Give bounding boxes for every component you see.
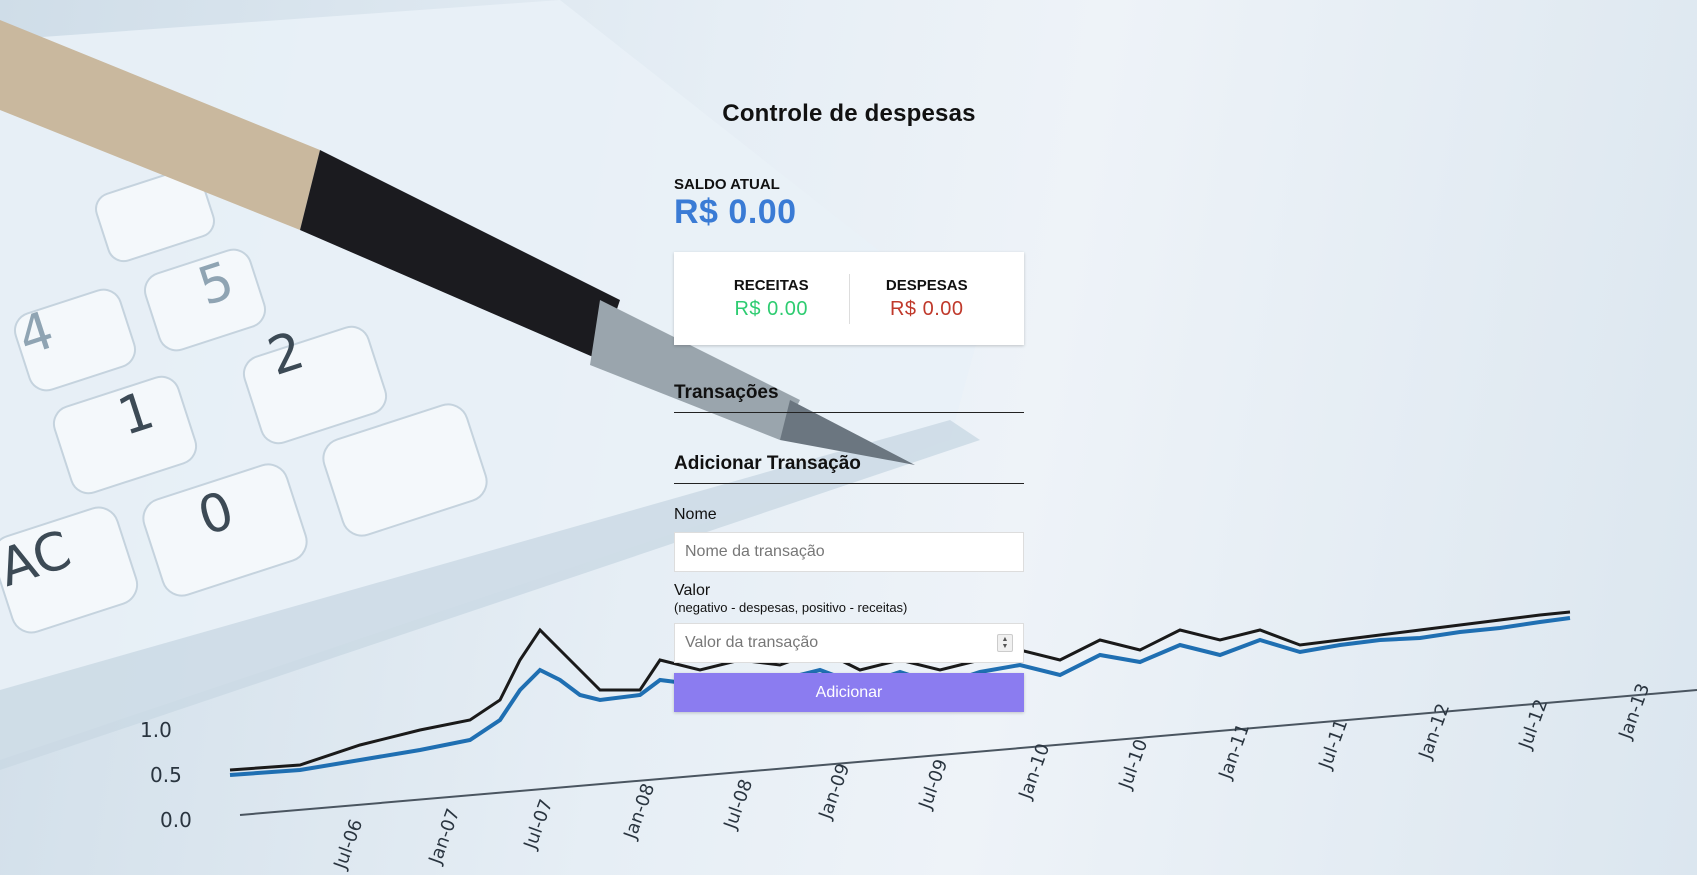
name-placeholder: Nome da transação bbox=[685, 543, 825, 560]
svg-text:Jan-10: Jan-10 bbox=[1015, 741, 1055, 803]
transactions-heading: Transações bbox=[674, 382, 1024, 413]
svg-text:Jan-12: Jan-12 bbox=[1415, 701, 1455, 763]
value-placeholder: Valor da transação bbox=[685, 634, 819, 651]
spinner-up-icon[interactable]: ▲ bbox=[1002, 636, 1009, 643]
value-field-label: Valor bbox=[674, 582, 711, 599]
number-spinner-icon[interactable]: ▲ ▼ bbox=[997, 634, 1013, 652]
balance-value: R$ 0.00 bbox=[674, 193, 797, 231]
svg-text:0.0: 0.0 bbox=[160, 808, 192, 832]
add-transaction-heading: Adicionar Transação bbox=[674, 453, 1024, 484]
svg-text:Jan-13: Jan-13 bbox=[1615, 681, 1655, 743]
svg-text:Jul-09: Jul-09 bbox=[915, 756, 953, 812]
expense-summary: DESPESAS R$ 0.00 bbox=[850, 277, 1005, 321]
svg-text:Jul-11: Jul-11 bbox=[1315, 716, 1353, 772]
svg-text:Jul-06: Jul-06 bbox=[330, 816, 368, 872]
income-value: R$ 0.00 bbox=[734, 297, 809, 320]
income-label: RECEITAS bbox=[733, 276, 809, 294]
add-transaction-form: Nome Nome da transação Valor (negativo -… bbox=[674, 506, 1024, 712]
name-field-label: Nome bbox=[674, 506, 717, 523]
expense-value: R$ 0.00 bbox=[889, 297, 964, 320]
svg-text:0.5: 0.5 bbox=[150, 763, 182, 787]
svg-text:1.0: 1.0 bbox=[140, 718, 172, 742]
svg-text:Jul-10: Jul-10 bbox=[1115, 736, 1153, 792]
page-title: Controle de despesas bbox=[722, 100, 976, 127]
svg-text:Jul-08: Jul-08 bbox=[720, 776, 758, 832]
add-transaction-button[interactable]: Adicionar bbox=[674, 673, 1024, 712]
income-expense-card: RECEITAS R$ 0.00 DESPESAS R$ 0.00 bbox=[674, 252, 1024, 345]
spinner-down-icon[interactable]: ▼ bbox=[1002, 643, 1009, 650]
svg-text:Jul-07: Jul-07 bbox=[520, 796, 558, 852]
income-summary: RECEITAS R$ 0.00 bbox=[694, 277, 849, 321]
expense-tracker-container: Controle de despesas SALDO ATUAL R$ 0.00… bbox=[674, 100, 1024, 712]
svg-text:Jan-09: Jan-09 bbox=[815, 761, 855, 823]
svg-text:Jan-08: Jan-08 bbox=[620, 781, 660, 843]
balance-section: SALDO ATUAL R$ 0.00 bbox=[674, 176, 1024, 232]
value-field-hint: (negativo - despesas, positivo - receita… bbox=[674, 600, 908, 615]
transaction-value-input[interactable]: Valor da transação ▲ ▼ bbox=[674, 623, 1024, 663]
svg-text:Jan-07: Jan-07 bbox=[425, 806, 465, 868]
expense-label: DESPESAS bbox=[885, 276, 968, 294]
transaction-name-input[interactable]: Nome da transação bbox=[674, 532, 1024, 572]
balance-label: SALDO ATUAL bbox=[674, 176, 780, 193]
